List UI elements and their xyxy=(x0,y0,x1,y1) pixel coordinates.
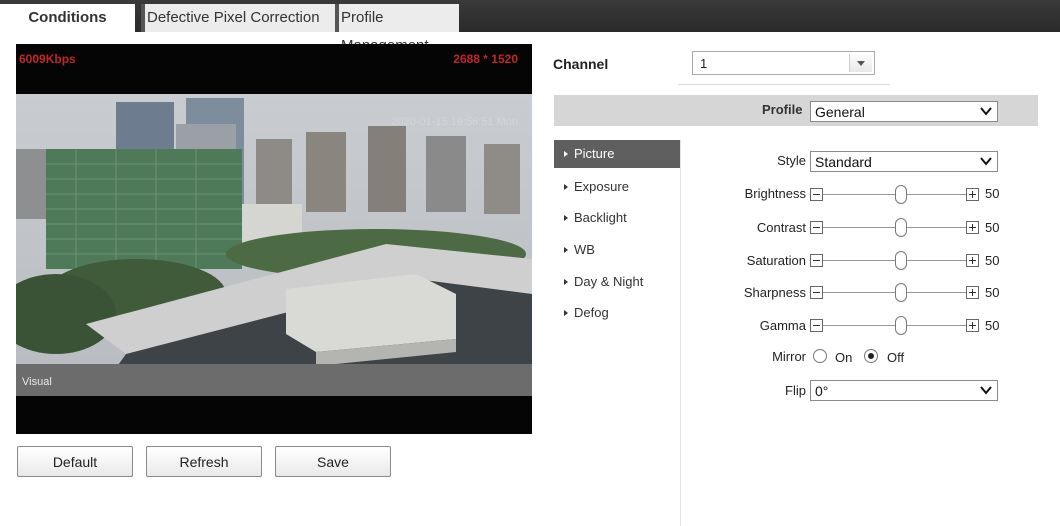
chevron-down-icon xyxy=(980,107,992,116)
tab-bar: Conditions Defective Pixel Correction Pr… xyxy=(0,0,1060,54)
caret-right-icon xyxy=(564,151,568,157)
style-label: Style xyxy=(777,153,806,168)
save-button[interactable]: Save xyxy=(275,446,391,477)
sharpness-label: Sharpness xyxy=(743,285,806,300)
mirror-off-radio[interactable] xyxy=(864,349,878,363)
sharpness-value: 50 xyxy=(985,285,1000,300)
menu-item-label: WB xyxy=(574,242,595,257)
profile-label: Profile xyxy=(762,102,803,117)
contrast-value: 50 xyxy=(985,220,1000,235)
menu-item-picture[interactable]: Picture xyxy=(554,140,680,168)
tab-defective-pixel-correction[interactable]: Defective Pixel Correction xyxy=(141,4,335,32)
mirror-label: Mirror xyxy=(772,349,806,364)
caret-right-icon xyxy=(564,215,568,221)
refresh-button[interactable]: Refresh xyxy=(146,446,262,477)
tab-conditions[interactable]: Conditions xyxy=(0,4,135,32)
gamma-value: 50 xyxy=(985,318,1000,333)
brightness-decrease-button[interactable] xyxy=(810,188,823,201)
menu-item-label: Day & Night xyxy=(574,274,644,289)
gamma-slider-handle[interactable] xyxy=(895,316,907,335)
profile-value: General xyxy=(815,104,865,120)
gamma-increase-button[interactable] xyxy=(966,319,979,332)
gamma-decrease-button[interactable] xyxy=(810,319,823,332)
brightness-value: 50 xyxy=(985,186,1000,201)
resolution-overlay: 2688 * 1520 xyxy=(453,52,518,66)
menu-item-exposure[interactable]: Exposure xyxy=(554,173,680,201)
caret-right-icon xyxy=(564,247,568,253)
profile-select[interactable]: General xyxy=(810,101,998,122)
contrast-label: Contrast xyxy=(756,220,806,235)
chevron-down-icon[interactable] xyxy=(849,54,872,72)
contrast-decrease-button[interactable] xyxy=(810,221,823,234)
menu-item-day-night[interactable]: Day & Night xyxy=(554,268,680,296)
brightness-increase-button[interactable] xyxy=(966,188,979,201)
caret-right-icon xyxy=(564,184,568,190)
saturation-label: Saturation xyxy=(746,253,806,268)
brightness-label: Brightness xyxy=(744,186,806,201)
mirror-off-label: Off xyxy=(887,350,905,365)
live-video: 6009Kbps 2688 * 1520 2020-01-15 19:56:51… xyxy=(16,44,532,434)
timestamp-overlay: 2020-01-15 19:56:51 Mon xyxy=(391,116,518,128)
menu-item-label: Exposure xyxy=(574,179,629,194)
saturation-increase-button[interactable] xyxy=(966,254,979,267)
contrast-increase-button[interactable] xyxy=(966,221,979,234)
channel-label: Channel xyxy=(553,56,609,72)
saturation-slider-handle[interactable] xyxy=(895,251,907,270)
mirror-on-label: On xyxy=(835,350,853,365)
channel-title-overlay: Visual xyxy=(22,376,52,388)
sharpness-decrease-button[interactable] xyxy=(810,286,823,299)
menu-item-label: Defog xyxy=(574,305,609,320)
style-value: Standard xyxy=(815,154,872,170)
mirror-on-radio[interactable] xyxy=(813,349,827,363)
settings-menu: Picture Exposure Backlight WB Day & Nigh… xyxy=(554,140,681,526)
divider xyxy=(678,84,890,85)
tab-profile-management[interactable]: Profile Management xyxy=(335,4,459,54)
menu-item-wb[interactable]: WB xyxy=(554,236,680,264)
style-select[interactable]: Standard xyxy=(810,151,998,172)
menu-item-backlight[interactable]: Backlight xyxy=(554,204,680,232)
flip-select[interactable]: 0° xyxy=(810,380,998,401)
flip-label: Flip xyxy=(785,383,806,398)
channel-value: 1 xyxy=(700,56,708,71)
contrast-slider-handle[interactable] xyxy=(895,218,907,237)
menu-item-label: Picture xyxy=(574,146,615,161)
sharpness-slider-handle[interactable] xyxy=(895,283,907,302)
default-button[interactable]: Default xyxy=(17,446,133,477)
camera-scene-image xyxy=(16,94,532,396)
menu-item-label: Backlight xyxy=(574,210,627,225)
bitrate-overlay: 6009Kbps xyxy=(19,52,76,66)
caret-right-icon xyxy=(564,279,568,285)
gamma-label: Gamma xyxy=(759,318,806,333)
flip-value: 0° xyxy=(815,383,829,399)
channel-select[interactable]: 1 xyxy=(692,51,875,75)
saturation-decrease-button[interactable] xyxy=(810,254,823,267)
saturation-value: 50 xyxy=(985,253,1000,268)
caret-right-icon xyxy=(564,310,568,316)
chevron-down-icon xyxy=(980,386,992,395)
menu-item-defog[interactable]: Defog xyxy=(554,299,680,327)
sharpness-increase-button[interactable] xyxy=(966,286,979,299)
brightness-slider-handle[interactable] xyxy=(895,185,907,204)
chevron-down-icon xyxy=(980,157,992,166)
